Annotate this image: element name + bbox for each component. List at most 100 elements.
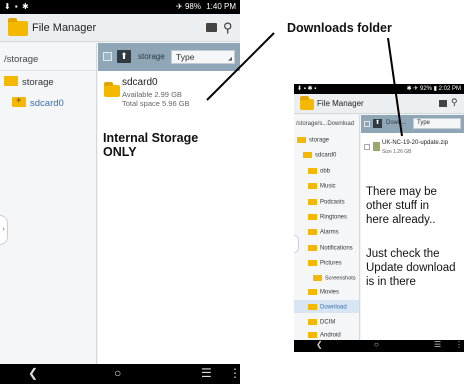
item-name: UK-NC-19-20-update.zip	[382, 140, 449, 146]
up-folder-button[interactable]: ⬆	[117, 50, 131, 63]
menu-button[interactable]: ☰	[434, 340, 441, 349]
tree-item-movies[interactable]: Movies	[308, 289, 339, 296]
breadcrumb[interactable]: storage	[138, 52, 165, 61]
folder-tree-pane: /storage storage sdcard0 ›	[0, 43, 97, 364]
tree-label: Alarms	[320, 229, 339, 236]
tree-label: Pictures	[320, 260, 342, 267]
item-size: Size 1.26 GB	[382, 149, 412, 155]
status-left-icons: ⬇ ▪ ✱	[4, 2, 30, 11]
item-name: sdcard0	[122, 77, 158, 88]
current-path: /storage	[4, 54, 39, 65]
search-icon[interactable]: ⚲	[223, 20, 233, 36]
home-button[interactable]: ○	[374, 340, 379, 349]
status-right-icons: ✈ 98%	[176, 2, 201, 11]
tree-item-pictures[interactable]: Pictures	[308, 260, 342, 267]
tree-item-dcim[interactable]: DCIM	[308, 319, 335, 326]
app-folder-icon	[8, 18, 28, 36]
status-bar: ⬇ ▪ ✱ ✈ 98% 1:40 PM	[0, 0, 240, 14]
select-all-checkbox[interactable]	[103, 52, 112, 61]
left-phone-screenshot: ⬇ ▪ ✱ ✈ 98% 1:40 PM File Manager ⚲ /stor…	[0, 0, 240, 384]
app-folder-icon	[300, 96, 314, 110]
folder-icon	[308, 229, 317, 235]
back-button[interactable]: ❮	[28, 366, 38, 380]
tree-label: Android	[320, 332, 341, 339]
folder-icon	[308, 199, 317, 205]
home-button[interactable]: ○	[114, 366, 121, 380]
new-folder-icon[interactable]	[206, 23, 217, 32]
app-bar: File Manager ⚲	[0, 14, 240, 42]
breadcrumb[interactable]: Down...	[386, 120, 406, 126]
list-toolbar: ⬆ storage Type	[98, 43, 240, 71]
tree-item-music[interactable]: Music	[308, 183, 336, 190]
tree-item-alarms[interactable]: Alarms	[308, 229, 339, 236]
folder-icon	[297, 137, 306, 143]
list-item[interactable]: UK-NC-19-20-update.zip Size 1.26 GB	[361, 137, 464, 159]
item-total: Total space 5.96 GB	[122, 99, 190, 108]
folder-icon	[308, 245, 317, 251]
new-folder-icon[interactable]	[439, 100, 447, 107]
sort-type-dropdown[interactable]: Type	[413, 118, 461, 129]
downloads-folder-callout: Downloads folder	[287, 21, 392, 35]
tree-label: Movies	[320, 289, 340, 296]
internal-storage-note: Internal Storage ONLY	[103, 131, 199, 159]
folder-tree-pane: /storage/s...Download storage sdcard0 ob…	[294, 115, 360, 340]
folder-icon	[308, 168, 317, 174]
tree-item-android[interactable]: Android	[308, 332, 341, 339]
drawer-handle[interactable]	[294, 235, 299, 253]
tree-label: Music	[320, 183, 336, 190]
tree-label: sdcard0	[315, 152, 337, 159]
tree-item-sdcard0[interactable]: sdcard0	[30, 98, 64, 109]
menu-button[interactable]: ☰	[201, 366, 212, 380]
back-button[interactable]: ❮	[316, 340, 323, 349]
list-item[interactable]: sdcard0 Available 2.99 GB Total space 5.…	[98, 73, 240, 113]
search-icon[interactable]: ⚲	[451, 97, 458, 108]
folder-icon	[313, 275, 322, 281]
tree-label: storage	[309, 137, 330, 144]
tree-item-notifications[interactable]: Notifications	[308, 245, 353, 252]
folder-icon	[308, 260, 317, 266]
tree-item-storage[interactable]: storage	[297, 137, 329, 144]
folder-plus-icon	[12, 95, 26, 107]
file-list-pane: ⬆ storage Type sdcard0 Available 2.99 GB…	[98, 43, 240, 364]
select-all-checkbox[interactable]	[364, 121, 370, 127]
file-list-pane: ⬆ Down... Type UK-NC-19-20-update.zip Si…	[361, 115, 464, 340]
tree-label: Ringtones	[320, 214, 348, 221]
status-time: 1:40 PM	[206, 2, 236, 11]
item-checkbox[interactable]	[364, 144, 370, 150]
tree-item-storage[interactable]: storage	[22, 77, 54, 88]
tree-label: Screenshots	[325, 275, 356, 282]
tree-label: DCIM	[320, 319, 336, 326]
tree-label: obb	[320, 168, 331, 175]
note-line: Just check the	[366, 248, 440, 260]
app-bar: File Manager ⚲	[294, 94, 464, 114]
note-line: here already..	[366, 214, 436, 226]
nav-bar: ❮ ○ ☰ ⋮	[0, 364, 240, 384]
folder-icon	[303, 152, 312, 158]
tree-item-obb[interactable]: obb	[308, 168, 330, 175]
more-button[interactable]: ⋮	[229, 366, 240, 380]
up-folder-button[interactable]: ⬆	[373, 119, 382, 128]
tree-label: Notifications	[320, 245, 353, 252]
app-title: File Manager	[32, 22, 97, 34]
current-path: /storage/s...Download	[296, 121, 355, 127]
tree-item-podcasts[interactable]: Podcasts	[308, 199, 345, 206]
tree-item-sdcard0[interactable]: sdcard0	[303, 152, 336, 159]
other-stuff-note: There may be other stuff in here already…	[366, 185, 437, 227]
folder-icon	[4, 76, 18, 86]
status-right: ✱ ✈ 92% ▮ 2:02 PM	[407, 85, 461, 92]
folder-icon	[308, 183, 317, 189]
more-button[interactable]: ⋮	[455, 340, 463, 349]
tree-item-screenshots[interactable]: Screenshots	[313, 275, 356, 281]
sort-type-dropdown[interactable]: Type	[171, 50, 235, 65]
folder-icon	[308, 332, 317, 338]
drawer-handle[interactable]: ›	[0, 215, 8, 245]
note-line: is in there	[366, 276, 416, 288]
status-time: 2:02 PM	[438, 86, 461, 92]
list-toolbar: ⬆ Down... Type	[361, 115, 464, 133]
tree-item-ringtones[interactable]: Ringtones	[308, 214, 347, 221]
check-update-note: Just check the Update download is in the…	[366, 247, 456, 289]
tree-label: Podcasts	[320, 199, 345, 206]
tree-item-download[interactable]: Download	[308, 304, 347, 311]
folder-icon	[308, 319, 317, 325]
status-right: ✈ 98% 1:40 PM	[176, 2, 236, 11]
